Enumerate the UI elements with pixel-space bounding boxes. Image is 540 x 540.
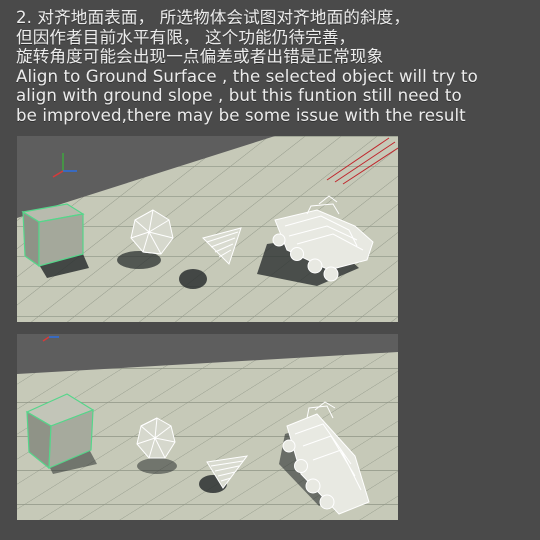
sphere-shadow	[137, 458, 177, 474]
caption-line: align with ground slope , but this funti…	[16, 86, 462, 105]
viewport-after-align[interactable]	[17, 334, 398, 520]
caption-line: be improved,there may be some issue with…	[16, 105, 466, 125]
caption-line: 旋转角度可能会出现一点偏差或者出错是正常现象	[16, 47, 384, 66]
scene-after	[17, 334, 398, 520]
caption-block: 2. 对齐地面表面， 所选物体会试图对齐地面的斜度， 但因作者目前水平有限， 这…	[16, 8, 531, 125]
caption-line: 2. 对齐地面表面， 所选物体会试图对齐地面的斜度，	[16, 8, 411, 27]
cube-object[interactable]	[21, 203, 85, 268]
cone-shadow	[179, 269, 207, 289]
scene-before	[17, 136, 398, 322]
viewport-before-align[interactable]	[17, 136, 398, 322]
caption-line: 但因作者目前水平有限， 这个功能仍待完善，	[16, 27, 356, 47]
caption-line: Align to Ground Surface , the selected o…	[16, 66, 478, 86]
